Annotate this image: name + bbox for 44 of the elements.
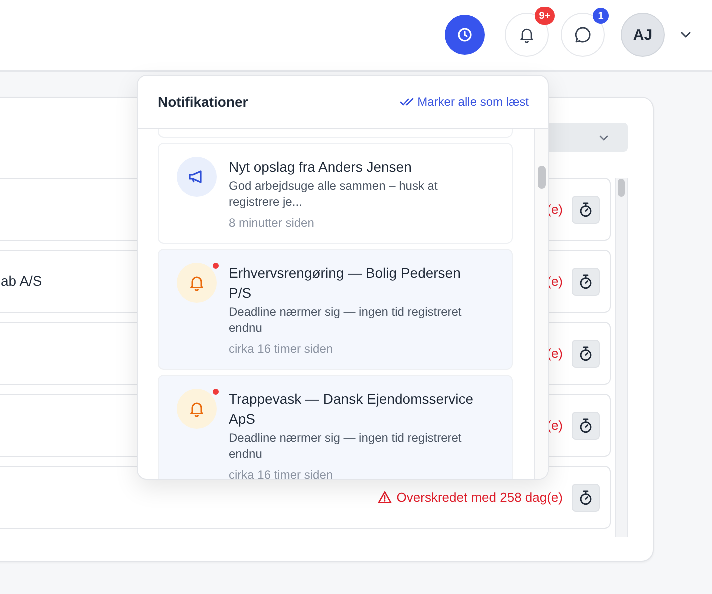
user-avatar[interactable]: AJ [621, 13, 665, 57]
notification-message: Deadline nærmer sig — ingen tid registreret endnu [229, 430, 463, 462]
notification-message: Deadline nærmer sig — ingen tid registreret endnu [229, 304, 463, 336]
notification-item[interactable]: Nyt opslag fra Anders Jensen God arbejdsuge alle sammen – husk at registrere je... 8 minutter siden [158, 143, 513, 244]
messages-button[interactable] [561, 13, 605, 57]
stopwatch-icon [579, 346, 593, 362]
unread-dot [213, 263, 219, 269]
mark-all-read-link[interactable]: Marker alle som læst [400, 95, 529, 109]
notification-item[interactable]: Trappevask — Dansk Ejendomsservice ApS Deadline nærmer sig — ingen tid registreret endnu cirka 16 timer siden [158, 375, 513, 479]
scrollbar[interactable] [534, 129, 548, 479]
timer-button[interactable] [572, 268, 600, 296]
notification-title: Trappevask — Dansk Ejendomsservice ApS [229, 390, 475, 429]
notification-message: God arbejdsuge alle sammen – husk at registrere je... [229, 178, 439, 210]
notification-time: 8 minutter siden [229, 215, 316, 231]
scrollbar[interactable] [615, 178, 628, 537]
timer-button[interactable] [572, 340, 600, 368]
clock-button[interactable] [445, 15, 485, 55]
double-check-icon [400, 97, 414, 107]
clock-icon [457, 27, 473, 43]
chat-bubble-icon [573, 25, 593, 45]
timer-button[interactable] [572, 196, 600, 224]
bell-icon [188, 274, 206, 292]
notification-title: Nyt opslag fra Anders Jensen [229, 158, 413, 177]
unread-dot [213, 389, 219, 395]
scrollbar-thumb[interactable] [538, 166, 546, 189]
notification-time: cirka 16 timer siden [229, 341, 334, 357]
timer-button[interactable] [572, 484, 600, 512]
panel-title: Notifikationer [158, 94, 248, 110]
timer-button[interactable] [572, 412, 600, 440]
overdue-text: Overskredet med 258 dag(e) [396, 490, 563, 505]
notification-time: cirka 16 timer siden [229, 467, 334, 479]
scrollbar-thumb[interactable] [618, 179, 625, 197]
stopwatch-icon [579, 202, 593, 218]
notification-title: Erhvervsrengøring — Bolig Pedersen P/S [229, 264, 462, 303]
stopwatch-icon [579, 418, 593, 434]
bell-icon [188, 400, 206, 418]
notification-item[interactable]: Erhvervsrengøring — Bolig Pedersen P/S Deadline nærmer sig — ingen tid registreret endnu cirka 16 timer siden [158, 249, 513, 370]
notifications-button[interactable] [505, 13, 549, 57]
row-title: ab A/S [1, 272, 42, 288]
bell-icon [518, 26, 536, 44]
message-count-badge: 1 [593, 8, 609, 24]
stopwatch-icon [579, 490, 593, 506]
notification-count-badge: 9+ [535, 7, 555, 25]
stopwatch-icon [579, 274, 593, 290]
